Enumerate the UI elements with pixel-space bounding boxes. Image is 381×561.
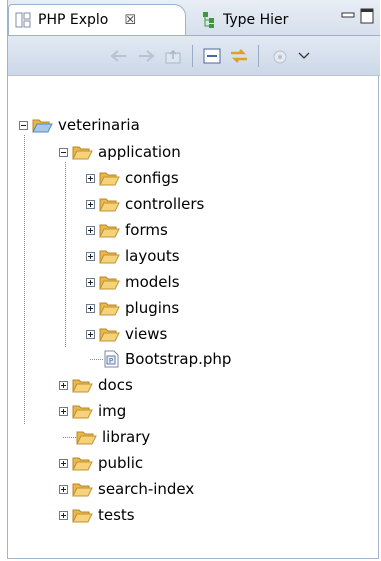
folder-icon — [99, 276, 120, 290]
view-menu-icon[interactable] — [294, 46, 314, 66]
tab-php-explorer[interactable]: PHP Explo ☒ — [8, 4, 186, 35]
view-toolbar — [8, 36, 380, 76]
expand-toggle[interactable] — [86, 225, 95, 235]
tree-item-label: search-index — [98, 480, 195, 498]
close-icon[interactable]: ☒ — [124, 13, 136, 28]
tree-item-label: veterinaria — [58, 116, 140, 134]
expand-toggle[interactable] — [86, 329, 95, 339]
tree-item-plugins[interactable]: plugins — [86, 297, 179, 319]
tree-item-label: layouts — [125, 247, 180, 265]
tree-item-label: docs — [98, 376, 133, 394]
collapse-toggle[interactable] — [59, 147, 68, 157]
tree-item-configs[interactable]: configs — [86, 167, 179, 189]
tree-item-veterinaria[interactable]: veterinaria — [19, 114, 140, 136]
tree-item-docs[interactable]: docs — [59, 374, 133, 396]
folder-icon — [99, 328, 120, 342]
tab-type-hierarchy[interactable]: Type Hier — [194, 4, 304, 35]
tree-connector — [63, 436, 76, 438]
tree-item-models[interactable]: models — [86, 271, 180, 293]
maximize-icon[interactable] — [360, 8, 374, 28]
filter-icon[interactable] — [270, 46, 290, 66]
folder-icon — [99, 172, 120, 186]
expand-toggle[interactable] — [59, 510, 68, 520]
svg-text:P: P — [109, 357, 113, 365]
tree-item-forms[interactable]: forms — [86, 219, 168, 241]
tree-item-library[interactable]: library — [63, 426, 150, 448]
expand-toggle[interactable] — [86, 277, 95, 287]
folder-icon — [72, 483, 93, 497]
tree-item-search-index[interactable]: search-index — [59, 478, 194, 500]
expand-toggle[interactable] — [86, 199, 95, 209]
tree-item-label: library — [102, 428, 151, 446]
back-arrow-icon[interactable] — [109, 46, 129, 66]
collapse-toggle[interactable] — [19, 120, 28, 130]
tree-item-application[interactable]: application — [59, 141, 181, 163]
tree-item-label: img — [98, 402, 127, 420]
tab-php-explorer-label: PHP Explo — [38, 12, 109, 28]
tree-item-label: Bootstrap.php — [125, 350, 232, 368]
tree-item-label: forms — [125, 221, 168, 239]
tree-item-layouts[interactable]: layouts — [86, 245, 180, 267]
tree-item-views[interactable]: views — [86, 323, 167, 345]
link-with-editor-icon[interactable] — [229, 46, 249, 66]
toolbar-separator — [258, 45, 259, 67]
folder-icon — [99, 302, 120, 316]
expand-toggle[interactable] — [86, 303, 95, 313]
folder-icon — [72, 457, 93, 471]
expand-toggle[interactable] — [59, 458, 68, 468]
tree-connector — [90, 358, 103, 360]
tree-item-bootstrap-php[interactable]: P Bootstrap.php — [90, 348, 231, 370]
php-file-icon: P — [104, 350, 119, 368]
tree-connector — [65, 162, 66, 347]
tree-item-label: configs — [125, 169, 179, 187]
tree-item-tests[interactable]: tests — [59, 504, 135, 526]
tree-item-label: controllers — [125, 195, 205, 213]
folder-icon — [72, 509, 93, 523]
expand-toggle[interactable] — [59, 380, 68, 390]
folder-icon — [72, 379, 93, 393]
up-folder-icon[interactable] — [163, 46, 183, 66]
tree-item-label: tests — [98, 506, 135, 524]
folder-icon — [72, 405, 93, 419]
minimize-icon[interactable] — [341, 8, 355, 26]
expand-toggle[interactable] — [86, 251, 95, 261]
tab-type-hierarchy-label: Type Hier — [223, 11, 289, 28]
tree-item-label: plugins — [125, 299, 180, 317]
tree-connector — [24, 135, 25, 424]
folder-icon — [99, 250, 120, 264]
view-tab-bar: PHP Explo ☒ Type Hier — [8, 0, 380, 36]
php-explorer-icon — [15, 12, 31, 28]
tree-item-label: application — [98, 143, 181, 161]
expand-toggle[interactable] — [59, 484, 68, 494]
folder-icon — [76, 431, 97, 445]
tree-item-public[interactable]: public — [59, 452, 143, 474]
open-folder-icon — [72, 146, 93, 160]
tree-item-label: models — [125, 273, 180, 291]
expand-toggle[interactable] — [86, 173, 95, 183]
toolbar-separator — [192, 45, 193, 67]
open-folder-icon — [32, 119, 53, 133]
type-hierarchy-icon — [203, 11, 214, 28]
collapse-all-icon[interactable] — [202, 46, 222, 66]
tree-item-img[interactable]: img — [59, 400, 126, 422]
expand-toggle[interactable] — [59, 406, 68, 416]
forward-arrow-icon[interactable] — [136, 46, 156, 66]
php-explorer-view: PHP Explo ☒ Type Hier veterinaria applic… — [7, 0, 380, 559]
tree-item-controllers[interactable]: controllers — [86, 193, 204, 215]
tree-item-label: views — [125, 325, 168, 343]
tree-item-label: public — [98, 454, 144, 472]
project-tree: veterinaria application configs controll… — [8, 76, 380, 556]
folder-icon — [99, 224, 120, 238]
folder-icon — [99, 198, 120, 212]
